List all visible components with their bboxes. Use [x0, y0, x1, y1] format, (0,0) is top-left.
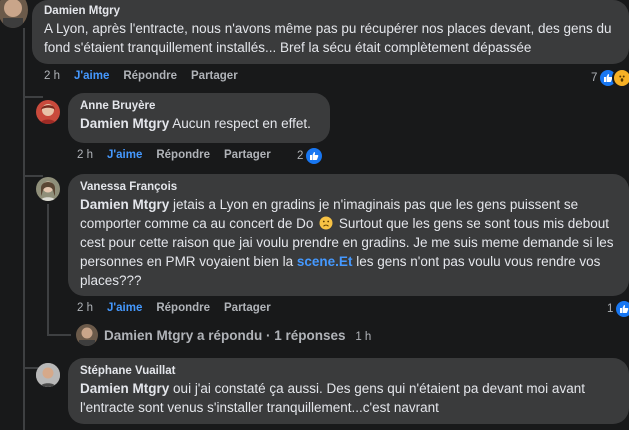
comment-text-content: personnes en PMR voyaient bien la [80, 254, 294, 269]
like-button[interactable]: J'aime [107, 302, 142, 314]
reply-button[interactable]: Répondre [156, 149, 210, 161]
comment-time[interactable]: 2 h [44, 70, 60, 82]
like-button[interactable]: J'aime [107, 149, 142, 161]
reaction-count-value: 1 [607, 303, 614, 315]
mention-link[interactable]: Damien Mtgry [80, 381, 169, 396]
comment-author[interactable]: Damien Mtgry [44, 4, 617, 19]
reply-thread-line-branch [47, 334, 71, 336]
thread-line-branch [23, 175, 43, 177]
share-button[interactable]: Partager [224, 302, 271, 314]
wow-emoji-icon [612, 68, 629, 88]
comment-text-line: l'entracte sont venus s'installer tranqu… [80, 400, 439, 415]
reaction-count-value: 2 [297, 150, 304, 162]
comment-author[interactable]: Anne Bruyère [80, 99, 318, 114]
thread-line [23, 28, 25, 430]
comment-text: Damien Mtgry Aucun respect en effet. [80, 114, 318, 133]
thumbs-up-icon [304, 146, 325, 166]
comment-text-content: Surtout que les gens se sont tous mis de… [338, 216, 610, 231]
comment-text-line: A Lyon, après l'entracte, nous n'avons m… [44, 21, 612, 36]
comment-text-line: fond s'étaient tranquillement installés.… [44, 40, 532, 55]
avatar[interactable] [76, 324, 98, 346]
reply-summary-time: 1 h [355, 331, 372, 343]
comment-text-line: personnes en PMR voyaient bien la scene.… [80, 252, 617, 271]
comment-text-content: oui j'ai constaté ça aussi. Des gens qui… [173, 381, 585, 396]
comment-actions: 2 h J'aime Répondre Partager [77, 149, 285, 161]
avatar[interactable] [36, 100, 60, 124]
comment-text-content: jetais a Lyon en gradins je n'imaginais … [173, 197, 579, 212]
comment-text-content: comporter comme ca au concert de Do [80, 216, 314, 231]
avatar[interactable] [0, 0, 28, 28]
comment-bubble: Stéphane Vuaillat Damien Mtgry oui j'ai … [68, 358, 629, 424]
mention-link[interactable]: Damien Mtgry [80, 197, 169, 212]
comment-text-content: Aucun respect en effet. [172, 116, 311, 131]
mention-link[interactable]: Damien Mtgry [80, 116, 169, 131]
comment-time[interactable]: 2 h [77, 149, 93, 161]
thread-line-branch [23, 96, 43, 98]
comment-text-line: comporter comme ca au concert de Do Surt… [80, 214, 617, 233]
comment-text-line: Damien Mtgry jetais a Lyon en gradins je… [80, 195, 617, 214]
share-button[interactable]: Partager [191, 70, 238, 82]
reply-summary-text: Damien Mtgry a répondu · 1 réponses [104, 328, 346, 343]
comment-actions: 2 h J'aime Répondre Partager [77, 302, 285, 314]
reaction-count[interactable]: 1 [607, 299, 629, 319]
hashtag-link[interactable]: scene.Et [297, 254, 353, 269]
like-button[interactable]: J'aime [74, 70, 109, 82]
reaction-count[interactable]: 2 [297, 146, 325, 166]
reply-button[interactable]: Répondre [156, 302, 210, 314]
reaction-count-value: 7 [591, 72, 598, 84]
comment-author[interactable]: Stéphane Vuaillat [80, 364, 617, 379]
comment-text-content: les gens n'ont pas voulu vous rendre vos [356, 254, 601, 269]
reply-summary[interactable]: Damien Mtgry a répondu · 1 réponses 1 h [104, 328, 371, 343]
share-button[interactable]: Partager [224, 149, 271, 161]
comment-time[interactable]: 2 h [77, 302, 93, 314]
reaction-count[interactable]: 7 [591, 68, 629, 88]
avatar[interactable] [36, 363, 60, 387]
comment-author[interactable]: Vanessa François [80, 180, 617, 195]
comment-text-line: places??? [80, 273, 142, 288]
thumbs-up-icon [614, 299, 629, 319]
comment-text-line: cest pour cette raison que jai voulu pre… [80, 235, 614, 250]
slightly-frowning-emoji-icon [319, 216, 333, 230]
comment-bubble: Anne Bruyère Damien Mtgry Aucun respect … [68, 93, 330, 143]
reply-button[interactable]: Répondre [123, 70, 177, 82]
comment-actions: 2 h J'aime Répondre Partager [44, 70, 252, 82]
reply-thread-line [47, 204, 49, 334]
comment-bubble: Damien Mtgry A Lyon, après l'entracte, n… [32, 0, 629, 64]
avatar[interactable] [36, 177, 60, 201]
comment-bubble: Vanessa François Damien Mtgry jetais a L… [68, 174, 629, 296]
comment-text-line: Damien Mtgry oui j'ai constaté ça aussi.… [80, 379, 617, 398]
